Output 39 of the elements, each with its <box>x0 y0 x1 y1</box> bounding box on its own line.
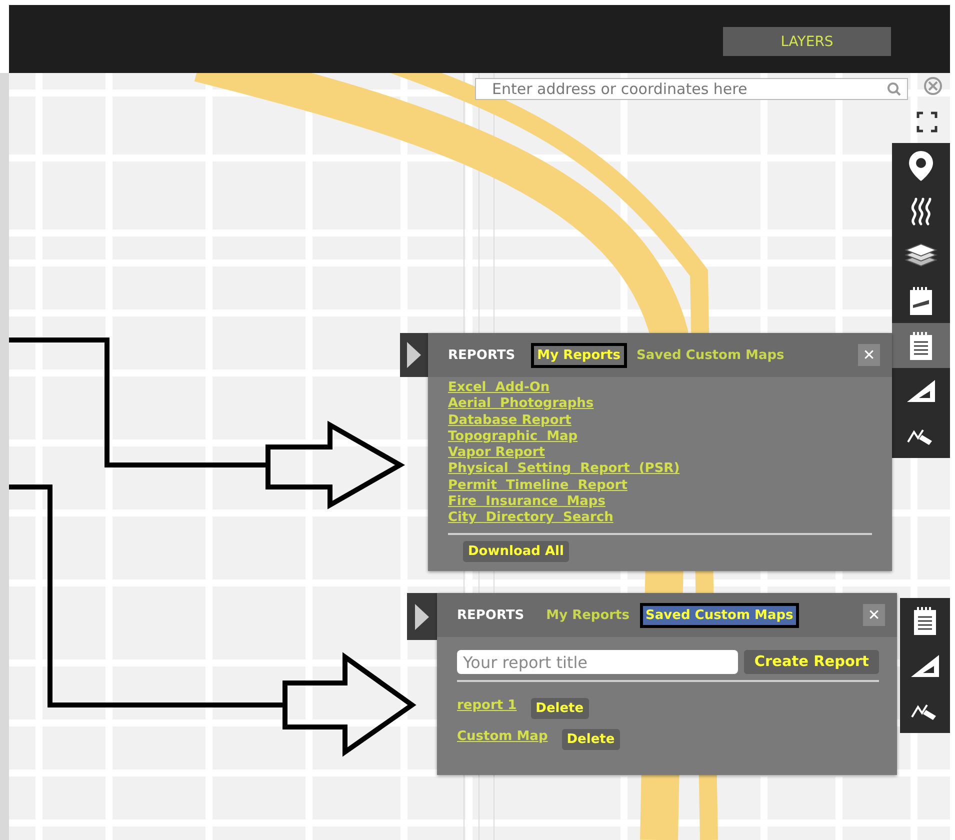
close-button[interactable]: ✕ <box>858 344 880 366</box>
panel-toggle-button[interactable] <box>407 593 437 640</box>
report-link[interactable]: Physical Setting Report (PSR) <box>448 461 680 478</box>
stacked-layers-icon <box>904 242 938 268</box>
panel-tab[interactable]: My Reports <box>540 602 636 628</box>
triangle-right-icon <box>415 604 429 630</box>
report-link[interactable]: Aerial Photographs <box>448 396 594 413</box>
report-link[interactable]: City Directory Search <box>448 510 614 527</box>
notepad-icon <box>909 330 933 360</box>
panel-tab[interactable]: Saved Custom Maps <box>630 342 790 368</box>
triangle-right-icon <box>407 342 421 368</box>
report-link[interactable]: Permit Timeline Report <box>448 478 628 494</box>
clear-icon[interactable] <box>923 76 943 96</box>
report-link[interactable]: Excel Add-On <box>448 380 550 396</box>
delete-button[interactable]: Delete <box>530 698 589 719</box>
layers-button[interactable]: LAYERS <box>723 27 891 56</box>
report-link[interactable]: Vapor Report <box>448 445 545 462</box>
report-title-field[interactable]: Your report title <box>457 650 738 674</box>
fullscreen-icon[interactable] <box>915 110 939 134</box>
panel-tab[interactable]: My Reports <box>531 342 627 368</box>
create-report-button[interactable]: Create Report <box>744 650 879 674</box>
report-link[interactable]: Fire Insurance Maps <box>448 494 606 510</box>
toolbar-button[interactable] <box>892 323 950 368</box>
report-link[interactable]: Database Report <box>448 412 572 429</box>
saved-report-link[interactable]: report 1 <box>457 698 517 714</box>
download-all-button[interactable]: Download All <box>463 540 569 562</box>
map-pin-icon <box>908 150 934 182</box>
notepad-icon <box>913 606 937 636</box>
notepad-stamp-icon <box>909 286 933 316</box>
report-link[interactable]: Topographic Map <box>448 428 578 446</box>
panel-toggle-button[interactable] <box>400 333 428 377</box>
saved-report-link[interactable]: Custom Map <box>457 729 548 746</box>
close-button[interactable]: ✕ <box>863 604 885 626</box>
delete-button[interactable]: Delete <box>562 729 620 750</box>
search-field[interactable]: Enter address or coordinates here <box>475 78 908 100</box>
panel-tab[interactable]: Saved Custom Maps <box>640 602 800 628</box>
search-icon <box>887 82 901 96</box>
panel-title: REPORTS <box>457 608 524 622</box>
panel-title: REPORTS <box>448 348 516 362</box>
